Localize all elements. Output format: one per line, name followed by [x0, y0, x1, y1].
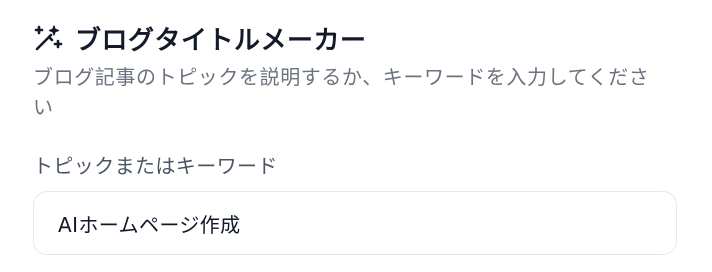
panel-description: ブログ記事のトピックを説明するか、キーワードを入力してください: [33, 65, 650, 119]
magic-wand-icon: [33, 23, 63, 53]
topic-input-value[interactable]: AIホームページ作成: [58, 209, 241, 238]
page-title: ブログタイトルメーカー: [75, 25, 367, 56]
blog-title-maker-panel: ブログタイトルメーカー ブログ記事のトピックを説明するか、キーワードを入力してく…: [0, 0, 712, 272]
panel-header: ブログタイトルメーカー: [33, 20, 367, 56]
topic-field-label: トピックまたはキーワード: [33, 154, 278, 178]
topic-input[interactable]: AIホームページ作成: [33, 191, 677, 255]
